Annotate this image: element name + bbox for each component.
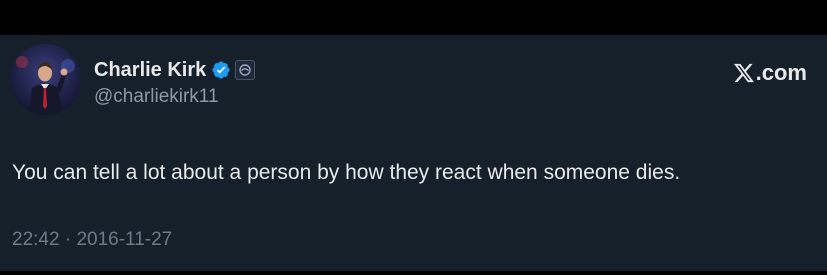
tweet-time: 22:42 — [12, 229, 60, 250]
display-name[interactable]: Charlie Kirk — [94, 57, 206, 83]
tweet-text: You can tell a lot about a person by how… — [12, 161, 681, 184]
avatar-image — [10, 44, 81, 115]
avatar[interactable] — [10, 44, 81, 115]
tweet-timestamp[interactable]: 22:42 · 2016-11-27 — [12, 228, 172, 252]
organization-badge-icon[interactable] — [235, 60, 256, 80]
meta-separator: · — [64, 229, 72, 250]
tweet-card: Charlie Kirk @charliekirk11 .com You can… — [0, 35, 827, 271]
brand-suffix: .com — [755, 60, 807, 85]
author-handle[interactable]: @charliekirk11 — [94, 85, 219, 109]
verified-badge-icon — [211, 60, 231, 80]
brand-watermark: .com — [733, 60, 807, 86]
author-name-row: Charlie Kirk — [94, 57, 256, 83]
tweet-date: 2016-11-27 — [76, 229, 173, 250]
x-logo-icon — [733, 63, 754, 83]
